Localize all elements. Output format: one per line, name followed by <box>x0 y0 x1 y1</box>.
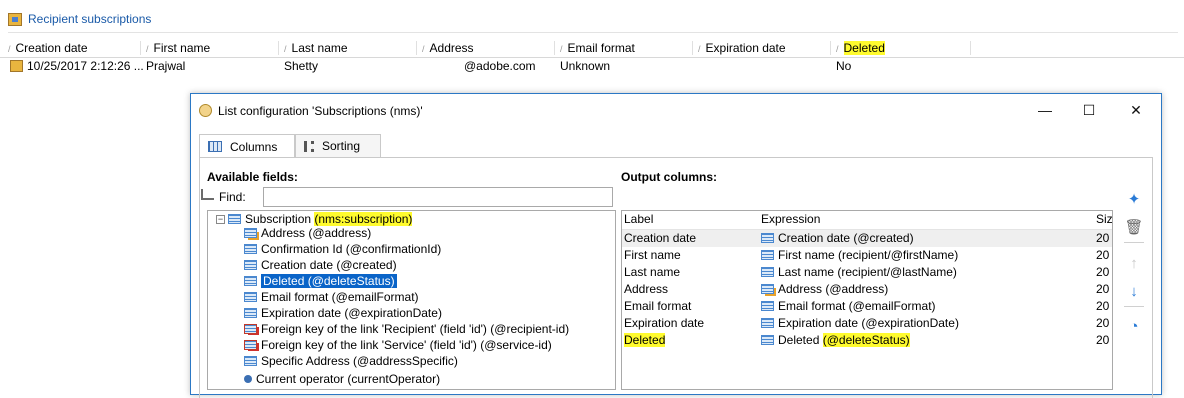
field-icon <box>244 292 257 302</box>
foreign-key-icon <box>244 340 257 350</box>
tree-item-current-operator[interactable]: Current operator (currentOperator) <box>244 371 440 387</box>
output-header-size[interactable]: Size <box>1096 212 1112 226</box>
available-fields-label: Available fields: <box>207 170 298 184</box>
dialog-title: List configuration 'Subscriptions (nms)' <box>218 104 423 118</box>
schema-icon <box>228 214 241 224</box>
field-icon <box>244 244 257 254</box>
columns-icon <box>208 141 222 152</box>
distribution-icon[interactable]: ◔ <box>1124 317 1144 337</box>
available-fields-tree[interactable]: − Subscription (nms:subscription) Addres… <box>207 210 616 390</box>
output-columns-list[interactable]: Label Expression Size Creation date Crea… <box>621 210 1113 390</box>
field-icon <box>761 233 774 243</box>
formula-icon[interactable]: ✦ <box>1124 190 1144 210</box>
link-icon <box>244 375 252 383</box>
page-title[interactable]: Recipient subscriptions <box>28 12 151 26</box>
minimize-button[interactable]: — <box>1033 99 1057 121</box>
dialog-title-bar[interactable]: List configuration 'Subscriptions (nms)'… <box>191 94 1161 128</box>
output-row[interactable]: Expiration date Expiration date (@expira… <box>622 315 1112 332</box>
col-header-deleted[interactable]: / Deleted <box>836 41 885 57</box>
find-input[interactable] <box>263 187 613 207</box>
col-header-email-format[interactable]: / Email format <box>560 41 635 57</box>
tree-item-specific-address[interactable]: Specific Address (@addressSpecific) <box>244 353 458 369</box>
output-row[interactable]: Deleted Deleted (@deleteStatus) 20 <box>622 332 1112 349</box>
find-label: Find: <box>219 190 246 204</box>
subscription-icon <box>8 12 22 26</box>
output-row[interactable]: Creation date Creation date (@created) 2… <box>622 230 1112 247</box>
foreign-key-icon <box>244 324 257 334</box>
field-icon <box>761 250 774 260</box>
move-up-icon[interactable]: ↑ <box>1124 254 1144 274</box>
cell-address: @adobe.com <box>464 59 536 73</box>
tab-columns-label: Columns <box>230 139 278 154</box>
output-row[interactable]: First name First name (recipient/@firstN… <box>622 247 1112 264</box>
close-button[interactable]: ✕ <box>1124 99 1148 121</box>
field-icon <box>244 260 257 270</box>
sorting-icon <box>304 140 314 152</box>
output-header-expression[interactable]: Expression <box>761 212 820 226</box>
field-icon <box>761 318 774 328</box>
field-icon <box>244 276 257 286</box>
tree-item-expiration-date[interactable]: Expiration date (@expirationDate) <box>244 305 442 321</box>
cell-deleted: No <box>836 59 852 73</box>
tab-columns[interactable]: Columns <box>199 134 295 158</box>
field-icon <box>244 356 257 366</box>
cell-first-name: Prajwal <box>146 59 186 73</box>
col-header-last-name[interactable]: / Last name <box>284 41 348 57</box>
tab-sorting-label: Sorting <box>322 139 361 153</box>
table-row[interactable]: 10/25/2017 2:12:26 ... Prajwal Shetty @a… <box>0 58 1184 75</box>
field-icon <box>761 301 774 311</box>
cell-email-format: Unknown <box>560 59 611 73</box>
list-configuration-dialog: List configuration 'Subscriptions (nms)'… <box>190 93 1162 398</box>
output-header-label[interactable]: Label <box>624 212 653 226</box>
tree-item-email-format[interactable]: Email format (@emailFormat) <box>244 289 419 305</box>
output-row[interactable]: Email format Email format (@emailFormat)… <box>622 298 1112 315</box>
tree-item-deleted[interactable]: Deleted (@deleteStatus) <box>244 273 397 289</box>
tree-item-creation-date[interactable]: Creation date (@created) <box>244 257 397 273</box>
col-header-expiration-date[interactable]: / Expiration date <box>698 41 786 57</box>
address-field-icon <box>761 284 774 294</box>
subscription-row-icon <box>10 60 23 72</box>
field-icon <box>244 308 257 318</box>
tree-item-confirmation-id[interactable]: Confirmation Id (@confirmationId) <box>244 241 441 257</box>
page-header: Recipient subscriptions <box>8 6 1178 33</box>
cell-last-name: Shetty <box>284 59 319 73</box>
find-icon <box>201 189 214 200</box>
field-icon <box>761 267 774 277</box>
field-icon <box>761 335 774 345</box>
tree-item-fk-service[interactable]: Foreign key of the link 'Service' (field… <box>244 337 552 353</box>
delete-icon[interactable]: 🗑 <box>1124 218 1144 238</box>
col-header-address[interactable]: / Address <box>422 41 474 57</box>
grid-header: / Creation date / First name / Last name / A… <box>0 39 1184 58</box>
cell-creation-date: 10/25/2017 2:12:26 ... <box>27 59 144 73</box>
move-down-icon[interactable]: ↓ <box>1124 282 1144 302</box>
tree-item-fk-recipient[interactable]: Foreign key of the link 'Recipient' (fie… <box>244 321 569 337</box>
collapse-icon[interactable]: − <box>216 215 225 224</box>
tree-item-address[interactable]: Address (@address) <box>244 225 371 241</box>
output-row[interactable]: Last name Last name (recipient/@lastName… <box>622 264 1112 281</box>
output-columns-label: Output columns: <box>621 170 717 184</box>
dialog-app-icon <box>199 104 212 117</box>
tab-sorting[interactable]: Sorting <box>295 134 381 157</box>
output-columns-header: Label Expression Size <box>622 211 1112 230</box>
maximize-button[interactable]: ☐ <box>1077 99 1101 121</box>
col-header-first-name[interactable]: / First name <box>146 41 210 57</box>
address-field-icon <box>244 228 257 238</box>
col-header-creation-date[interactable]: / Creation date <box>8 41 88 57</box>
output-row[interactable]: Address Address (@address) 20 <box>622 281 1112 298</box>
